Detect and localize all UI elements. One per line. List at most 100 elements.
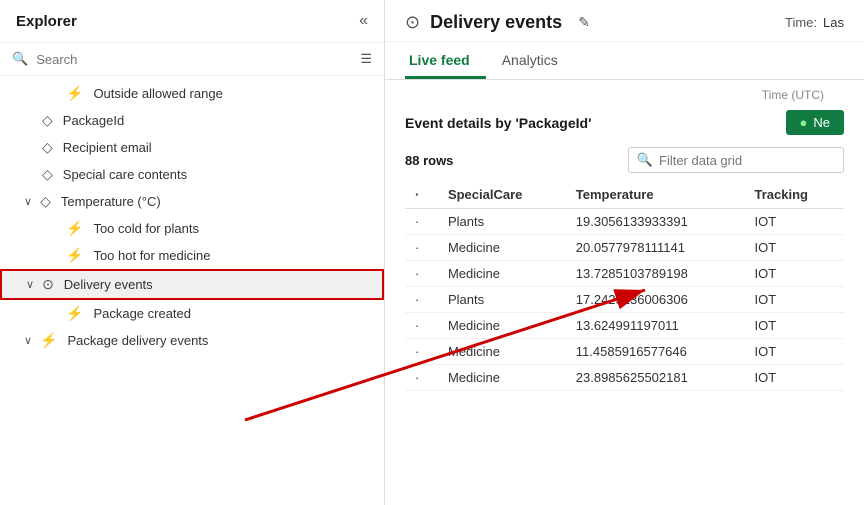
time-value: Las — [823, 15, 844, 30]
page-title: Delivery events — [430, 12, 562, 33]
table-row: · Plants 19.3056133933391 IOT — [405, 209, 844, 235]
cell-specialcare: Medicine — [438, 339, 566, 365]
cell-dot: · — [405, 313, 438, 339]
col-dot: · — [405, 181, 438, 209]
cell-tracking: IOT — [745, 261, 844, 287]
filter-input-wrap: 🔍 — [628, 147, 844, 173]
search-input[interactable] — [36, 52, 352, 67]
main-header: ⊙ Delivery events ✎ Time: Las — [385, 0, 864, 42]
cell-tracking: IOT — [745, 287, 844, 313]
edit-icon[interactable]: ✎ — [578, 14, 590, 31]
cell-tracking: IOT — [745, 313, 844, 339]
table-row: · Medicine 13.7285103789198 IOT — [405, 261, 844, 287]
table-row: · Medicine 23.8985625502181 IOT — [405, 365, 844, 391]
sidebar-item-package-delivery[interactable]: ∨ ⚡ Package delivery events — [0, 327, 384, 354]
cell-specialcare: Medicine — [438, 313, 566, 339]
filter-search-icon: 🔍 — [637, 152, 653, 168]
sidebar: Explorer « 🔍 ☰ ⚡ Outside allowed range ◇… — [0, 0, 385, 505]
tree-item-icon: ◇ — [42, 166, 53, 183]
sidebar-item-packageid[interactable]: ◇ PackageId — [0, 107, 384, 134]
cell-temperature: 23.8985625502181 — [566, 365, 745, 391]
search-icon: 🔍 — [12, 51, 28, 67]
search-bar: 🔍 ☰ — [0, 43, 384, 76]
cell-specialcare: Medicine — [438, 235, 566, 261]
sidebar-item-delivery-events[interactable]: ∨ ⊙ Delivery events — [0, 269, 384, 300]
sidebar-title: Explorer — [16, 13, 77, 30]
sidebar-item-too-hot[interactable]: ⚡ Too hot for medicine — [0, 242, 384, 269]
sidebar-item-special-care[interactable]: ◇ Special care contents — [0, 161, 384, 188]
cell-dot: · — [405, 261, 438, 287]
cell-temperature: 17.2423136006306 — [566, 287, 745, 313]
tab-analytics[interactable]: Analytics — [498, 42, 574, 79]
tree-item-icon: ⚡ — [66, 85, 83, 102]
rows-count: 88 rows — [405, 153, 453, 168]
tree-item-icon: ⚡ — [66, 305, 83, 322]
filter-input[interactable] — [659, 153, 835, 168]
cell-tracking: IOT — [745, 209, 844, 235]
main-title-area: ⊙ Delivery events ✎ — [405, 12, 590, 33]
expand-icon: ∨ — [26, 278, 34, 291]
tree-item-label: Package delivery events — [68, 333, 209, 348]
cell-specialcare: Plants — [438, 287, 566, 313]
sidebar-tree: ⚡ Outside allowed range ◇ PackageId ◇ Re… — [0, 76, 384, 505]
filter-icon: ☰ — [360, 51, 372, 67]
time-utc-label: Time (UTC) — [762, 88, 824, 102]
time-area: Time: Las — [785, 15, 844, 30]
tree-item-icon: ◇ — [42, 112, 53, 129]
tabs: Live feed Analytics — [385, 42, 864, 80]
tree-item-label: Temperature (°C) — [61, 194, 161, 209]
cell-dot: · — [405, 365, 438, 391]
tree-item-label: Package created — [93, 306, 191, 321]
delivery-events-icon: ⊙ — [405, 12, 420, 33]
col-temperature: Temperature — [566, 181, 745, 209]
cell-tracking: IOT — [745, 235, 844, 261]
cell-specialcare: Plants — [438, 209, 566, 235]
expand-icon: ∨ — [24, 334, 32, 347]
col-specialcare: SpecialCare — [438, 181, 566, 209]
cell-tracking: IOT — [745, 365, 844, 391]
expand-icon: ∨ — [24, 195, 32, 208]
cell-temperature: 13.624991197011 — [566, 313, 745, 339]
tree-item-label: Delivery events — [64, 277, 153, 292]
col-tracking: Tracking — [745, 181, 844, 209]
cell-specialcare: Medicine — [438, 261, 566, 287]
tree-item-icon: ⚡ — [40, 332, 57, 349]
sidebar-item-temperature[interactable]: ∨ ◇ Temperature (°C) — [0, 188, 384, 215]
cell-specialcare: Medicine — [438, 365, 566, 391]
cell-temperature: 20.0577978111141 — [566, 235, 745, 261]
table-header: · SpecialCare Temperature Tracking — [405, 181, 844, 209]
cell-dot: · — [405, 235, 438, 261]
tab-live-feed[interactable]: Live feed — [405, 42, 486, 79]
time-label: Time: — [785, 15, 817, 30]
sidebar-item-recipient-email[interactable]: ◇ Recipient email — [0, 134, 384, 161]
tree-item-label: Too hot for medicine — [93, 248, 210, 263]
cell-temperature: 19.3056133933391 — [566, 209, 745, 235]
table-row: · Medicine 20.0577978111141 IOT — [405, 235, 844, 261]
event-details-row: Event details by 'PackageId' ● Ne — [385, 102, 864, 143]
event-details-title: Event details by 'PackageId' — [405, 115, 591, 131]
cell-tracking: IOT — [745, 339, 844, 365]
table-body: · Plants 19.3056133933391 IOT · Medicine… — [405, 209, 844, 391]
sidebar-item-too-cold[interactable]: ⚡ Too cold for plants — [0, 215, 384, 242]
new-dot-icon: ● — [800, 115, 808, 130]
tree-item-icon: ◇ — [40, 193, 51, 210]
tree-item-label: Special care contents — [63, 167, 187, 182]
new-button[interactable]: ● Ne — [786, 110, 844, 135]
sidebar-collapse-icon[interactable]: « — [359, 12, 368, 30]
sidebar-item-outside-range[interactable]: ⚡ Outside allowed range — [0, 80, 384, 107]
sidebar-header: Explorer « — [0, 0, 384, 43]
data-table: · SpecialCare Temperature Tracking · Pla… — [385, 181, 864, 505]
sidebar-item-package-created[interactable]: ⚡ Package created — [0, 300, 384, 327]
cell-dot: · — [405, 287, 438, 313]
tree-item-label: Too cold for plants — [93, 221, 199, 236]
rows-filter-row: 88 rows 🔍 — [385, 143, 864, 181]
table-row: · Medicine 13.624991197011 IOT — [405, 313, 844, 339]
new-btn-label: Ne — [813, 115, 830, 130]
cell-dot: · — [405, 339, 438, 365]
cell-temperature: 11.4585916577646 — [566, 339, 745, 365]
tree-item-icon: ⊙ — [42, 276, 54, 293]
table-header-row: Time (UTC) — [385, 80, 864, 102]
events-table: · SpecialCare Temperature Tracking · Pla… — [405, 181, 844, 391]
tree-item-icon: ⚡ — [66, 247, 83, 264]
cell-temperature: 13.7285103789198 — [566, 261, 745, 287]
